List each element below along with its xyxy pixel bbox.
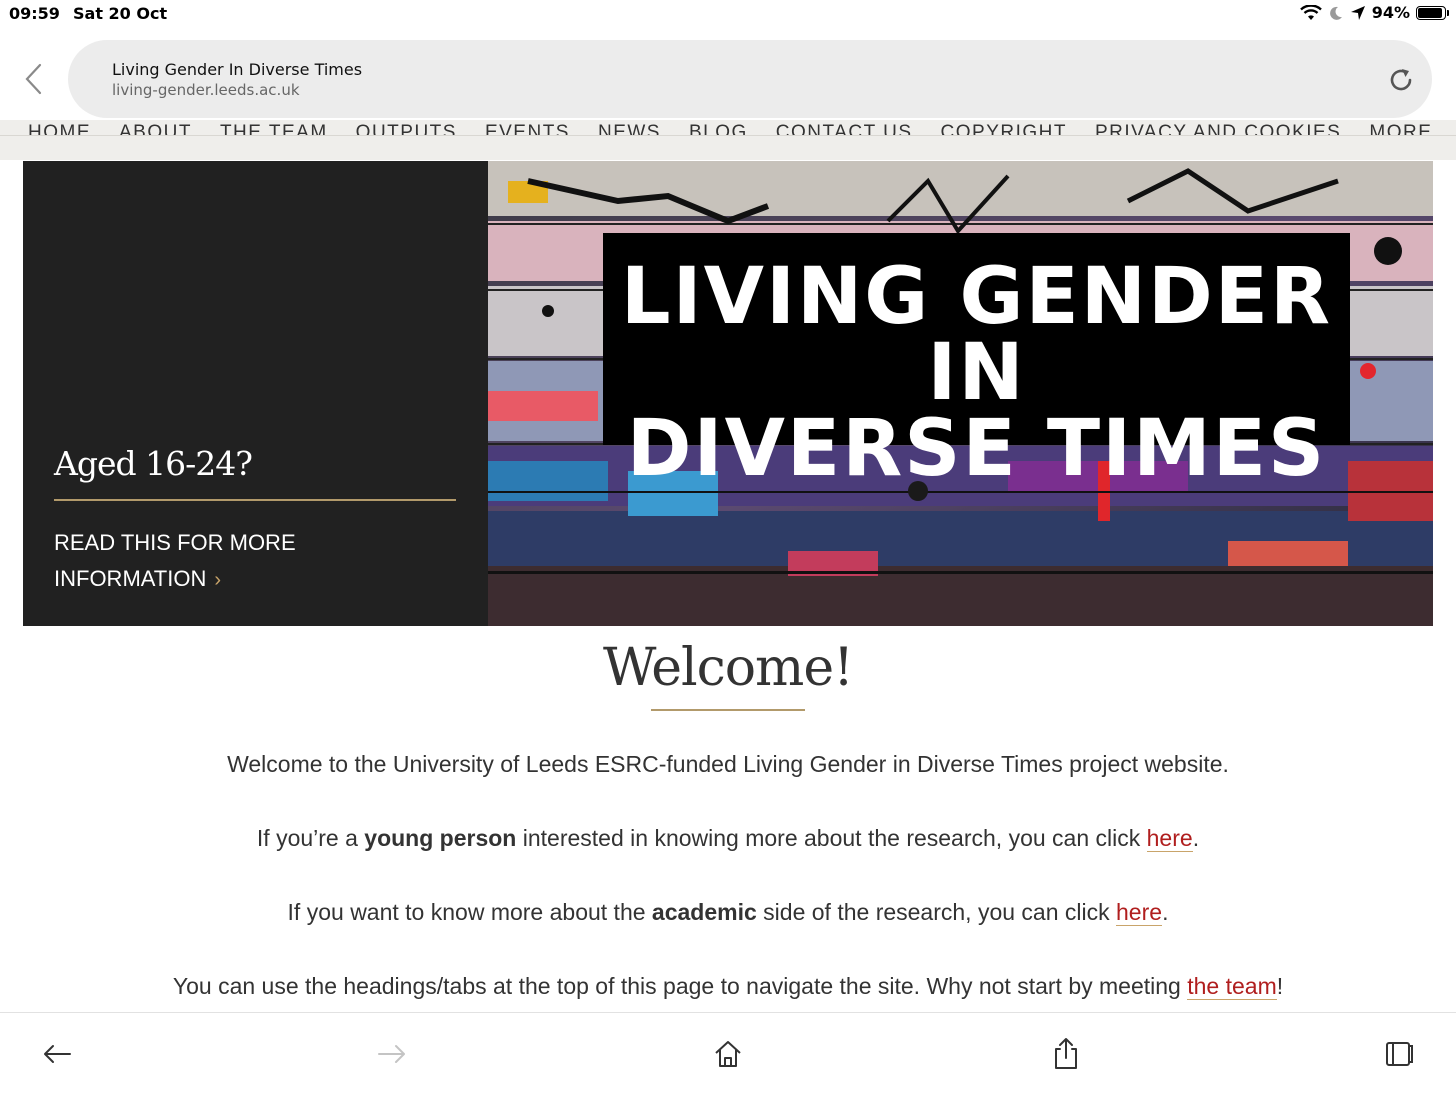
read-more-line1: READ THIS FOR MORE bbox=[54, 530, 296, 555]
hero-promo-panel: Aged 16-24? READ THIS FOR MORE INFORMATI… bbox=[23, 161, 488, 626]
nav-overlap bbox=[0, 136, 1456, 160]
young-person-text-pre: If you’re a bbox=[256, 825, 365, 851]
location-arrow-icon bbox=[1350, 5, 1365, 20]
home-icon[interactable] bbox=[711, 1037, 745, 1071]
young-person-paragraph: If you’re a young person interested in k… bbox=[0, 825, 1456, 852]
browser-toolbar bbox=[0, 1012, 1456, 1093]
promo-heading: Aged 16-24? bbox=[54, 444, 253, 483]
read-more-line2: INFORMATION bbox=[54, 566, 207, 591]
young-person-text-post: . bbox=[1192, 825, 1200, 851]
status-indicators: 94% bbox=[1299, 3, 1449, 22]
address-bar-page-title: Living Gender In Diverse Times bbox=[112, 60, 363, 79]
hero-banner: LIVING GENDER IN DIVERSE TIMES bbox=[488, 161, 1433, 626]
banner-title-line2: DIVERSE TIMES bbox=[626, 404, 1327, 494]
welcome-heading: Welcome! bbox=[602, 638, 854, 698]
banner-title: LIVING GENDER IN DIVERSE TIMES bbox=[603, 258, 1350, 488]
status-time: 09:59 bbox=[9, 4, 60, 23]
academic-text-post: . bbox=[1162, 899, 1169, 925]
back-arrow-icon[interactable] bbox=[40, 1037, 74, 1071]
tabs-icon[interactable] bbox=[1382, 1037, 1416, 1071]
academic-bold: academic bbox=[651, 899, 757, 925]
young-person-text-mid: interested in knowing more about the res… bbox=[516, 825, 1147, 851]
welcome-divider bbox=[651, 709, 805, 711]
battery-icon bbox=[1416, 5, 1449, 20]
navigate-text-post: ! bbox=[1276, 973, 1284, 999]
battery-percentage: 94% bbox=[1371, 3, 1410, 22]
share-icon[interactable] bbox=[1049, 1037, 1083, 1071]
academic-text-mid: side of the research, you can click bbox=[756, 899, 1117, 925]
wifi-icon bbox=[1299, 4, 1322, 20]
banner-title-box: LIVING GENDER IN DIVERSE TIMES bbox=[603, 233, 1350, 488]
forward-arrow-icon[interactable] bbox=[375, 1037, 409, 1071]
chevron-right-icon: › bbox=[214, 569, 222, 591]
welcome-intro: Welcome to the University of Leeds ESRC-… bbox=[227, 751, 1229, 777]
address-bar[interactable]: Living Gender In Diverse Times living-ge… bbox=[68, 40, 1432, 118]
address-bar-host: living-gender.leeds.ac.uk bbox=[112, 81, 300, 99]
academic-here-link[interactable]: here bbox=[1116, 899, 1163, 926]
status-date: Sat 20 Oct bbox=[73, 4, 168, 23]
academic-text-pre: If you want to know more about the bbox=[287, 899, 652, 925]
site-navigation: HOME ABOUT THE TEAM OUTPUTS EVENTS NEWS BLOG CO… bbox=[0, 120, 1456, 160]
navigate-text-pre: You can use the headings/tabs at the top… bbox=[172, 973, 1188, 999]
navigate-paragraph: You can use the headings/tabs at the top… bbox=[0, 973, 1456, 1000]
back-chevron-icon[interactable] bbox=[20, 62, 48, 96]
the-team-link[interactable]: the team bbox=[1187, 973, 1277, 1000]
read-more-link[interactable]: READ THIS FOR MORE INFORMATION › bbox=[54, 525, 354, 598]
promo-divider bbox=[54, 499, 456, 501]
nav-divider bbox=[0, 135, 1456, 136]
young-person-here-link[interactable]: here bbox=[1146, 825, 1193, 852]
moon-icon bbox=[1329, 6, 1342, 20]
academic-paragraph: If you want to know more about the acade… bbox=[0, 899, 1456, 926]
battery-level-fill bbox=[1418, 7, 1443, 18]
status-bar: 09:59 Sat 20 Oct 94% bbox=[0, 0, 1456, 30]
banner-title-line1: LIVING GENDER IN bbox=[620, 252, 1333, 418]
reload-icon[interactable] bbox=[1386, 65, 1416, 95]
young-person-bold: young person bbox=[364, 825, 517, 851]
